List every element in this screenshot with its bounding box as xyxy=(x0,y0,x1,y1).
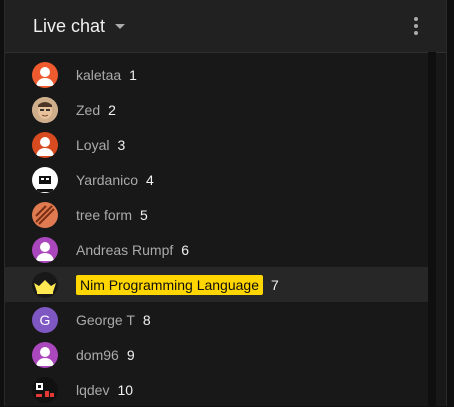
leaderboard-row[interactable]: lqdev 10 xyxy=(5,372,429,407)
more-options-icon[interactable] xyxy=(406,14,426,38)
user-name: Yardanico xyxy=(76,171,139,188)
chat-mode-dropdown[interactable]: Live chat xyxy=(33,13,126,39)
rank-number: 2 xyxy=(108,101,116,118)
scrollbar-track[interactable] xyxy=(428,52,436,406)
rank-number: 8 xyxy=(142,311,151,328)
rank-number: 7 xyxy=(270,276,279,293)
nim-crown-avatar[interactable] xyxy=(32,271,58,298)
user-name: dom96 xyxy=(76,346,119,363)
rank-number: 1 xyxy=(129,66,137,83)
kaletaa-avatar[interactable] xyxy=(32,61,58,88)
rank-number: 3 xyxy=(117,136,126,153)
dom96-avatar[interactable] xyxy=(32,341,58,368)
chat-header: Live chat xyxy=(5,0,446,53)
rank-number: 10 xyxy=(117,381,134,398)
leaderboard-list: kaletaa 1 Zed 2 Loyal 3 Yardanico 4 tree for xyxy=(5,57,429,406)
user-name: lqdev xyxy=(76,381,110,398)
andreas-rumpf-avatar[interactable] xyxy=(32,236,58,263)
owner-name-badge: Nim Programming Language xyxy=(76,274,263,295)
leaderboard-row[interactable]: tree form 5 xyxy=(5,197,429,232)
user-name: tree form xyxy=(76,206,133,223)
user-name: Zed xyxy=(76,101,101,118)
leaderboard-row[interactable]: Loyal 3 xyxy=(5,127,429,162)
caret-down-icon xyxy=(115,23,126,29)
user-name: Loyal xyxy=(76,136,110,153)
user-name: Andreas Rumpf xyxy=(76,241,174,258)
leaderboard-row[interactable]: Andreas Rumpf 6 xyxy=(5,232,429,267)
rank-number: 9 xyxy=(126,346,135,363)
loyal-avatar[interactable] xyxy=(32,131,58,158)
leaderboard-row[interactable]: Zed 2 xyxy=(5,92,429,127)
leaderboard-row[interactable]: Yardanico 4 xyxy=(5,162,429,197)
avatar-initial: G xyxy=(39,311,51,328)
zed-avatar[interactable] xyxy=(32,96,58,123)
live-chat-panel: Live chat kaletaa 1 Zed 2 Loyal 3 Yardan… xyxy=(4,0,447,406)
george-t-avatar[interactable]: G xyxy=(32,306,58,333)
user-name: George T xyxy=(76,311,135,328)
lqdev-avatar[interactable] xyxy=(32,376,58,403)
chat-title: Live chat xyxy=(33,15,106,36)
rank-number: 5 xyxy=(140,206,148,223)
rank-number: 6 xyxy=(181,241,190,258)
rank-number: 4 xyxy=(146,171,154,188)
user-name: kaletaa xyxy=(76,66,122,83)
leaderboard-row[interactable]: dom96 9 xyxy=(5,337,429,372)
tree-form-avatar[interactable] xyxy=(32,201,58,228)
leaderboard-row[interactable]: G George T 8 xyxy=(5,302,429,337)
yardanico-avatar[interactable] xyxy=(32,166,58,193)
leaderboard-row-highlighted[interactable]: Nim Programming Language 7 xyxy=(5,267,429,302)
leaderboard-row[interactable]: kaletaa 1 xyxy=(5,57,429,92)
